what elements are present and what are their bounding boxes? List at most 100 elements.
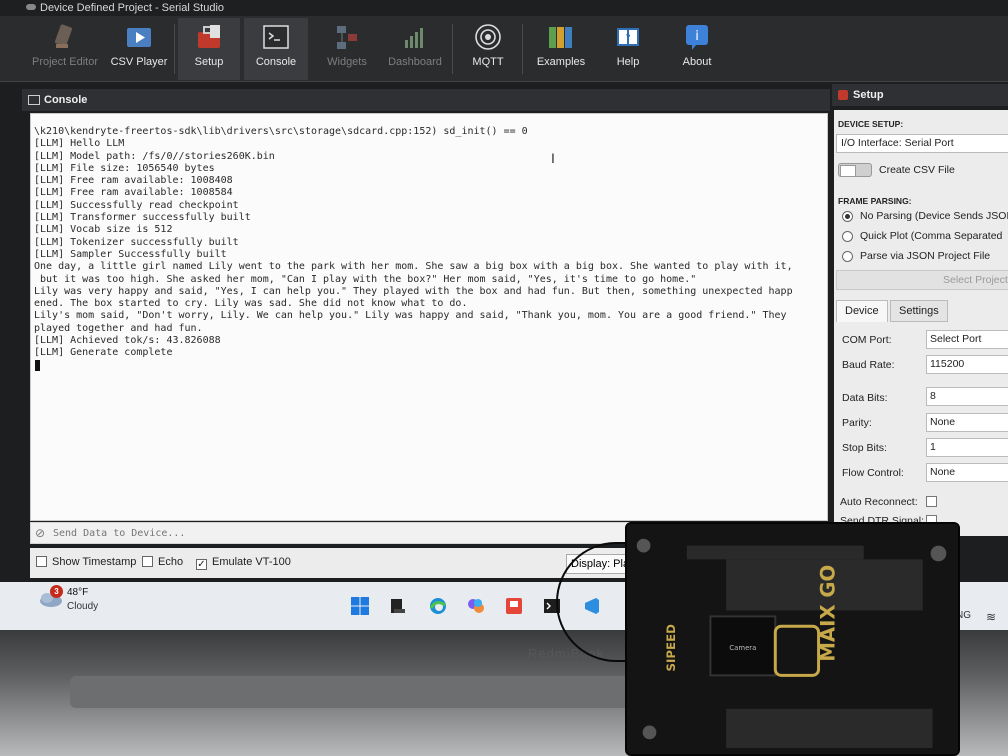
console-cursor bbox=[35, 359, 40, 371]
laptop-hinge bbox=[70, 676, 630, 708]
console-button[interactable]: Console bbox=[244, 18, 308, 80]
parity-select[interactable]: None bbox=[926, 413, 1008, 432]
console-line: played together and had fun. bbox=[34, 322, 203, 334]
create-csv-toggle[interactable] bbox=[838, 163, 872, 177]
baud-rate-select[interactable]: 115200 bbox=[926, 355, 1008, 374]
console-line: \k210\kendryte-freertos-sdk\lib\drivers\… bbox=[34, 126, 528, 137]
broadcast-icon bbox=[475, 24, 501, 50]
mount-hole bbox=[636, 538, 651, 553]
echo-checkbox[interactable]: Echo bbox=[142, 556, 183, 568]
console-line: [LLM] Model path: /fs/0//stories260K.bin bbox=[34, 150, 275, 162]
examples-button[interactable]: Examples bbox=[530, 18, 592, 80]
console-line: [LLM] File size: 1056540 bytes bbox=[34, 162, 215, 174]
toolbox-icon bbox=[838, 90, 848, 100]
console-line: [LLM] Transformer successfully built bbox=[34, 212, 251, 224]
setup-panel: DEVICE SETUP: I/O Interface: Serial Port… bbox=[834, 110, 1008, 536]
console-line: [LLM] Achieved tok/s: 43.826088 bbox=[34, 335, 221, 347]
window-title: Device Defined Project - Serial Studio bbox=[40, 2, 225, 14]
create-csv-label: Create CSV File bbox=[879, 164, 955, 176]
help-book-icon: ? bbox=[617, 28, 639, 46]
parity-label: Parity: bbox=[842, 417, 872, 429]
board-brand: SIPEED bbox=[664, 624, 678, 672]
edge-icon[interactable] bbox=[428, 596, 448, 616]
camera-label: Camera bbox=[729, 644, 756, 652]
checkbox-box bbox=[142, 556, 153, 567]
csv-player-button[interactable]: CSV Player bbox=[110, 18, 168, 80]
device-setup-label: DEVICE SETUP: bbox=[838, 119, 904, 129]
wifi-icon[interactable]: ≋ bbox=[986, 610, 996, 624]
info-icon: i bbox=[686, 25, 708, 50]
data-bits-select[interactable]: 8 bbox=[926, 387, 1008, 406]
svg-text:i: i bbox=[695, 29, 699, 44]
send-data-input[interactable] bbox=[53, 525, 613, 541]
text-cursor-icon: I bbox=[551, 150, 555, 166]
toolbar-separator bbox=[522, 24, 523, 74]
toolbar-separator bbox=[174, 24, 175, 74]
data-bits-label: Data Bits: bbox=[842, 392, 888, 404]
console-line: [LLM] Tokenizer successfully built bbox=[34, 236, 239, 248]
checkbox-box bbox=[36, 556, 47, 567]
books-icon bbox=[549, 27, 572, 48]
weather-condition: Cloudy bbox=[67, 601, 99, 612]
help-button[interactable]: ? Help bbox=[600, 18, 656, 80]
about-button[interactable]: i About bbox=[670, 18, 724, 80]
radio-no-parsing[interactable] bbox=[842, 211, 853, 222]
console-line: [LLM] Hello LLM bbox=[34, 138, 125, 150]
flow-control-select[interactable]: None bbox=[926, 463, 1008, 482]
attachment-icon[interactable]: ⊘ bbox=[35, 526, 45, 540]
io-interface-select[interactable]: I/O Interface: Serial Port bbox=[836, 134, 1008, 153]
console-line: [LLM] Generate complete bbox=[34, 347, 173, 359]
toolbar-separator bbox=[452, 24, 453, 74]
console-line: ened. The box started to cry. Lily was s… bbox=[34, 298, 468, 310]
tab-device[interactable]: Device bbox=[836, 300, 888, 322]
baud-rate-label: Baud Rate: bbox=[842, 359, 895, 371]
app-icon[interactable] bbox=[504, 596, 524, 616]
radio-no-parsing-label: No Parsing (Device Sends JSON bbox=[860, 210, 1008, 222]
stop-bits-select[interactable]: 1 bbox=[926, 438, 1008, 457]
weather-temperature: 48°F bbox=[67, 587, 89, 598]
console-text: \k210\kendryte-freertos-sdk\lib\drivers\… bbox=[34, 126, 823, 375]
widgets-icon bbox=[337, 26, 357, 49]
flow-control-label: Flow Control: bbox=[842, 467, 904, 479]
com-port-label: COM Port: bbox=[842, 334, 892, 346]
show-timestamp-checkbox[interactable]: Show Timestamp bbox=[36, 556, 136, 568]
radio-quick-plot-label: Quick Plot (Comma Separated bbox=[860, 230, 1003, 242]
console-panel-header: Console bbox=[22, 89, 830, 111]
checkmark-icon: ✓ bbox=[196, 559, 207, 570]
emulate-vt100-checkbox[interactable]: ✓ Emulate VT-100 bbox=[196, 556, 291, 570]
project-editor-button[interactable]: Project Editor bbox=[30, 18, 100, 80]
maix-go-board: Camera MAIX GO SIPEED bbox=[625, 522, 960, 756]
radio-json-project-label: Parse via JSON Project File bbox=[860, 250, 991, 262]
setup-panel-header: Setup bbox=[832, 84, 1008, 106]
tab-settings[interactable]: Settings bbox=[890, 300, 948, 322]
mount-hole bbox=[642, 725, 657, 740]
console-line: [LLM] Vocab size is 512 bbox=[34, 224, 173, 236]
widgets-button[interactable]: Widgets bbox=[318, 18, 376, 80]
mqtt-button[interactable]: MQTT bbox=[460, 18, 516, 80]
file-explorer-icon[interactable] bbox=[388, 596, 408, 616]
notification-badge: 3 bbox=[50, 585, 63, 598]
console-line: [LLM] Sampler Successfully built bbox=[34, 248, 227, 260]
select-project-button[interactable]: Select Project bbox=[836, 270, 1008, 290]
windows-start-icon[interactable] bbox=[350, 596, 370, 616]
radio-quick-plot[interactable] bbox=[842, 231, 853, 242]
com-port-select[interactable]: Select Port bbox=[926, 330, 1008, 349]
console-line: One day, a little girl named Lily went t… bbox=[34, 261, 793, 273]
stop-bits-label: Stop Bits: bbox=[842, 442, 887, 454]
setup-title: Setup bbox=[853, 89, 884, 101]
board-model: MAIX GO bbox=[816, 565, 839, 662]
auto-reconnect-checkbox[interactable] bbox=[926, 496, 937, 507]
dashboard-button[interactable]: Dashboard bbox=[384, 18, 446, 80]
terminal-icon bbox=[28, 95, 40, 105]
dashboard-icon bbox=[405, 28, 423, 48]
console-title: Console bbox=[44, 94, 88, 106]
toolbox-icon bbox=[198, 25, 220, 48]
auto-reconnect-label: Auto Reconnect: bbox=[840, 496, 918, 508]
title-bar: Device Defined Project - Serial Studio bbox=[0, 0, 1008, 16]
svg-text:?: ? bbox=[625, 33, 630, 44]
console-output[interactable]: \k210\kendryte-freertos-sdk\lib\drivers\… bbox=[30, 113, 828, 521]
copilot-icon[interactable] bbox=[466, 596, 486, 616]
setup-button[interactable]: Setup bbox=[178, 18, 240, 80]
console-line: Lily's mom said, "Don't worry, Lily. We … bbox=[34, 310, 787, 322]
radio-json-project[interactable] bbox=[842, 251, 853, 262]
